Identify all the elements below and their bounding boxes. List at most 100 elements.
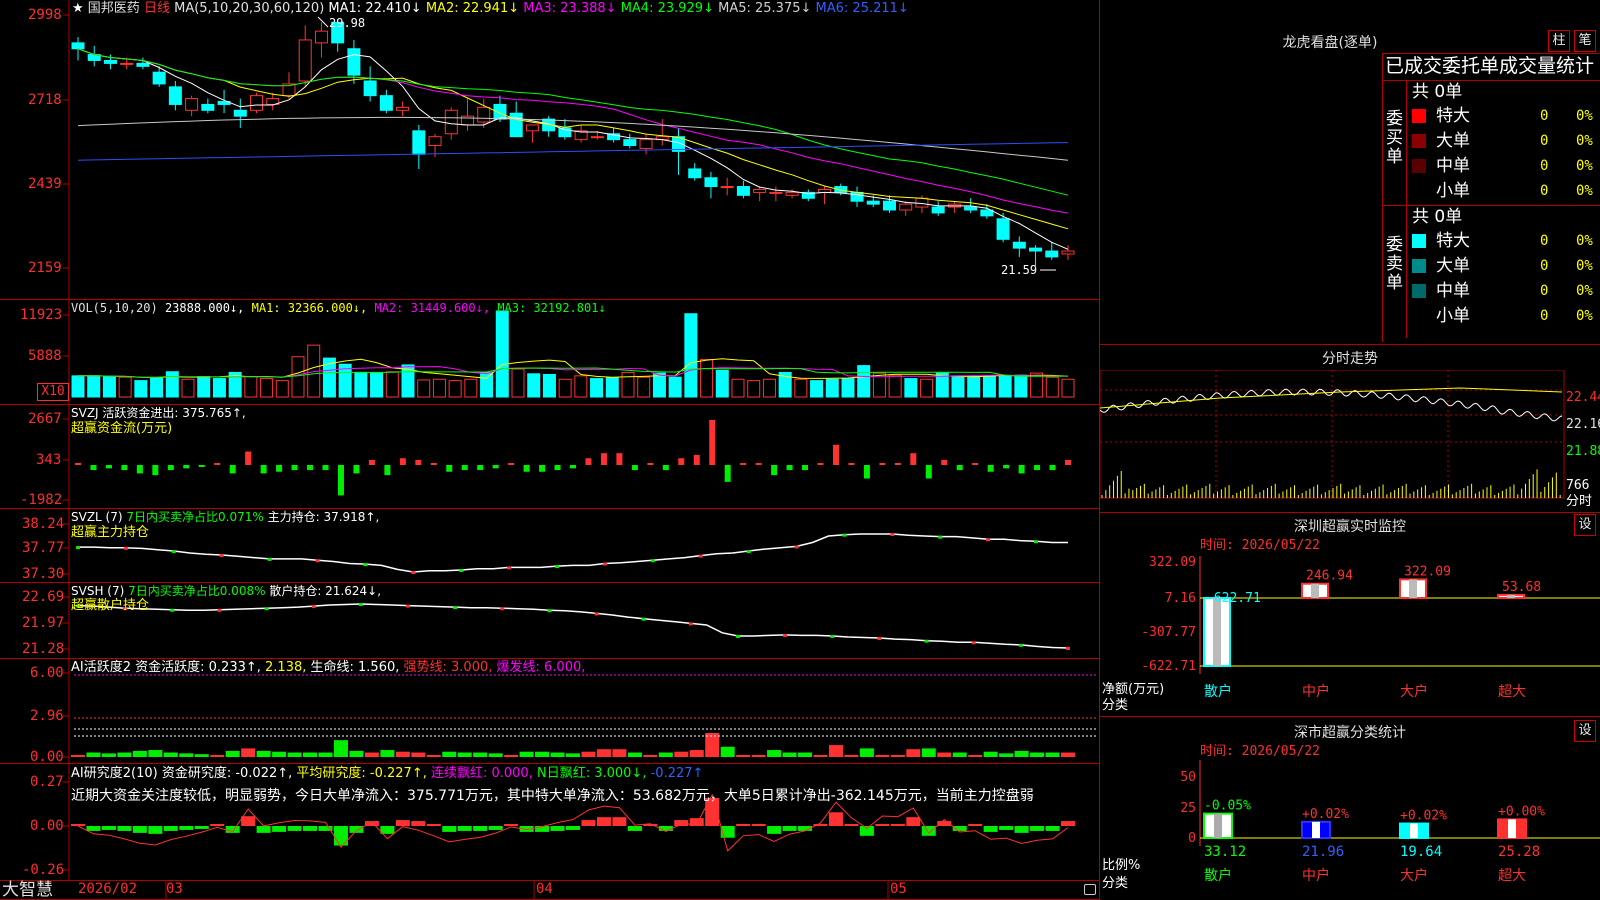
volume-bar xyxy=(87,375,101,398)
candle-body xyxy=(882,200,896,211)
ai-research-bar xyxy=(1014,826,1029,833)
svzj-title: SVZJ 活跃资金进出: 375.765↑, xyxy=(71,406,246,420)
szc-value-label: 25.28 xyxy=(1498,844,1540,860)
aires-axis-bottom: -0.26 xyxy=(22,862,65,878)
sz-class-ylabel: 比例% xyxy=(1102,858,1141,873)
ai-research-bar xyxy=(163,826,178,831)
tick-mode-button[interactable]: 笔 xyxy=(1574,30,1596,52)
ai-active-bar xyxy=(1045,752,1060,757)
svzj-bar xyxy=(647,463,654,465)
star-icon[interactable]: ★ xyxy=(72,1,84,16)
aires-t2: 平均研究度: -0.227↑, xyxy=(292,766,427,781)
svzj-bar xyxy=(848,463,855,465)
ai-active-bar xyxy=(859,748,874,757)
ai-active-bar xyxy=(720,746,735,757)
szm-bar-shade xyxy=(1311,583,1319,598)
order-count: 0 xyxy=(1540,233,1549,249)
period-label[interactable]: 日线 xyxy=(144,1,170,16)
ai-research-bar xyxy=(442,826,457,832)
vol-ma2: MA2: 31449.600↓, xyxy=(374,301,491,315)
intraday-title: 分时走势 xyxy=(1322,351,1378,367)
longhu-title: 龙虎看盘(逐单) xyxy=(1282,35,1378,51)
candle-body xyxy=(444,109,458,135)
ai-research-bar xyxy=(148,826,163,834)
volume-bar xyxy=(731,378,745,398)
ai-research-bar xyxy=(921,826,936,836)
ai-active-bar xyxy=(241,748,256,757)
ai-active-bar xyxy=(210,755,225,757)
ai-active-bar xyxy=(411,752,426,757)
candle-body xyxy=(915,197,929,208)
ai-research-bar xyxy=(751,824,766,826)
volume-bar xyxy=(558,378,572,398)
svsh-line-path-tick xyxy=(358,603,363,606)
svzj-bar xyxy=(662,465,669,471)
svzl-line-path-tick xyxy=(123,546,128,550)
ai-research-bar xyxy=(86,826,101,831)
ai-research-bar xyxy=(1061,821,1075,826)
ai-research-bar xyxy=(488,826,503,830)
ai-research-bar xyxy=(473,826,488,831)
intraday-vol-unit: 分时 xyxy=(1566,494,1593,509)
sz-monitor-chart[interactable]: 322.09 7.16 -307.77 -622.71 -622.71 246.94 322… xyxy=(1100,556,1600,716)
volume-bar xyxy=(150,377,164,398)
candle-body xyxy=(428,136,442,146)
sz-class-chart[interactable]: 50 25 0 -0.05% 33.12 +0.02% 21.96 +0.02% 19.64 +0… xyxy=(1100,760,1600,900)
sz-class-title: 深市超赢分类统计 xyxy=(1294,725,1406,741)
svzl-line-path-tick xyxy=(507,566,512,570)
order-color-swatch xyxy=(1412,309,1426,323)
svzj-bar xyxy=(198,465,205,467)
candle-body xyxy=(866,200,880,205)
szc-bar-shade xyxy=(1410,823,1418,838)
lock-icon[interactable] xyxy=(1084,884,1096,895)
candle-body xyxy=(1029,247,1043,252)
candlesticks xyxy=(71,20,1075,266)
candle-body xyxy=(753,188,767,193)
candle-body xyxy=(298,39,312,82)
volume-bar xyxy=(542,373,556,398)
aires-axis-mid: 0.00 xyxy=(30,818,64,834)
ai-active-bar xyxy=(612,749,627,757)
svzl-line-path-tick xyxy=(76,546,80,550)
svzj-bar xyxy=(415,459,422,465)
date-label-4: 05 xyxy=(890,881,907,897)
ai-research-bar xyxy=(101,826,116,830)
main-kline-chart[interactable] xyxy=(0,0,1100,900)
svsh-hold: 散户持仓: 21.624↓, xyxy=(265,584,382,598)
szm-value-label: 322.09 xyxy=(1404,564,1451,579)
sz-monitor-xlabel: 分类 xyxy=(1102,698,1129,713)
order-type-label: 特大 xyxy=(1436,106,1470,126)
volume-bar xyxy=(464,378,478,398)
intraday-chart[interactable] xyxy=(1100,370,1600,512)
svzl-hold: 主力持仓: 37.918↑, xyxy=(263,510,380,524)
volume-bar xyxy=(480,371,494,398)
sz-monitor-settings-button[interactable]: 设 xyxy=(1574,514,1596,536)
ai-active-bar xyxy=(132,750,147,757)
ai-active-bar xyxy=(937,752,952,757)
ai-research-bar xyxy=(287,826,302,831)
aires-t5: -0.227↑ xyxy=(646,766,704,781)
ai-active-bar xyxy=(890,755,905,757)
sz-class-settings-button[interactable]: 设 xyxy=(1574,720,1596,742)
ma3-value: MA3: 23.388↓ xyxy=(523,1,617,16)
ai-active-bars xyxy=(71,733,1075,757)
svzj-bar xyxy=(245,451,252,465)
volume-bar xyxy=(700,358,714,398)
ai-active-bar xyxy=(256,750,271,757)
ai-active-bar xyxy=(844,755,859,757)
ai-active-bar xyxy=(921,748,936,757)
ai-research-bar xyxy=(303,826,318,831)
order-count: 0 xyxy=(1540,283,1549,299)
dzh-logo[interactable]: 大智慧 xyxy=(2,881,53,900)
bar-mode-button[interactable]: 柱 xyxy=(1548,30,1570,52)
ai-active-bar xyxy=(705,733,720,757)
aiact-t3: 生命线: 1.560, xyxy=(306,660,400,675)
szc-value-label: 21.96 xyxy=(1302,844,1344,860)
candle-body xyxy=(688,168,702,179)
ai-active-bar xyxy=(767,750,782,757)
svzj-bar xyxy=(832,444,839,465)
svzl-axis-bottom: 37.30 xyxy=(22,566,65,582)
szc-category: 超大 xyxy=(1498,868,1526,884)
svzj-bar xyxy=(167,465,174,471)
ai-active-bar xyxy=(782,752,797,757)
